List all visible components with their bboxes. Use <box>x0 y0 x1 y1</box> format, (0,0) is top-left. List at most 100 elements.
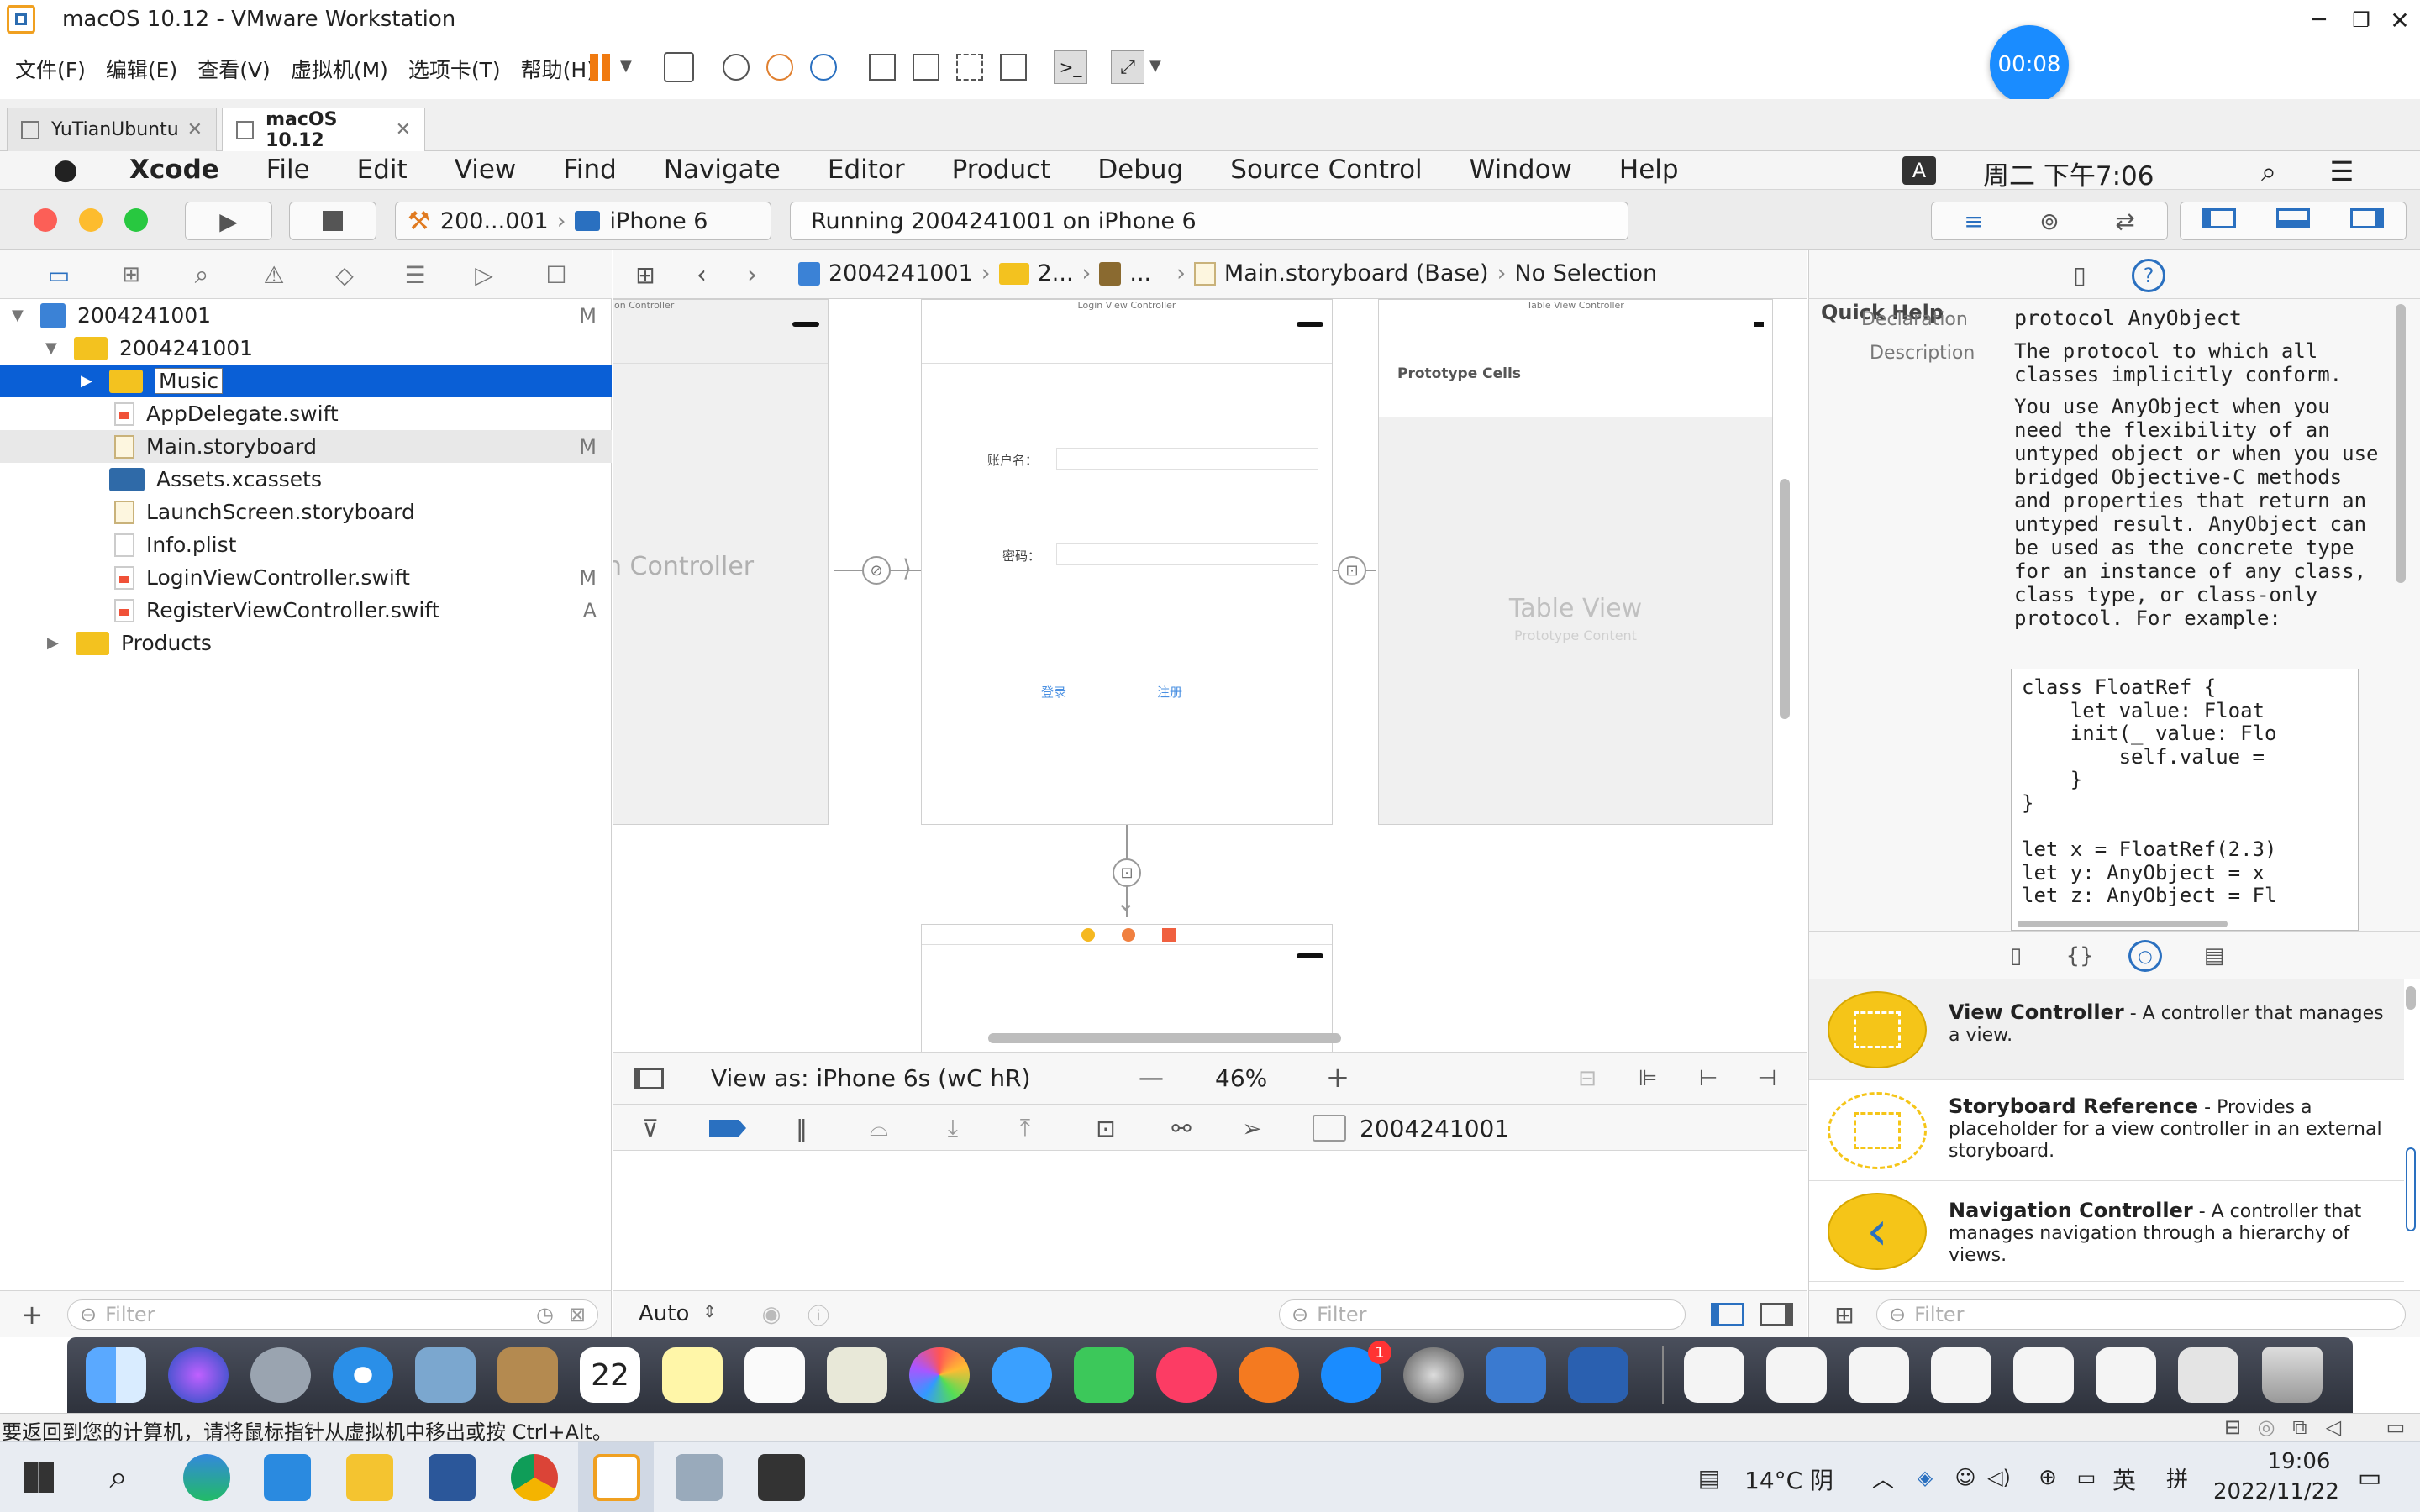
vmware-taskbar-icon[interactable] <box>593 1454 640 1501</box>
minimized-window-icon[interactable] <box>1931 1347 1991 1403</box>
tab-macos[interactable]: macOS 10.12 ✕ <box>222 108 425 151</box>
menu-tabs[interactable]: 选项卡(T) <box>408 54 501 84</box>
pin-icon[interactable]: ⊢ <box>1689 1063 1728 1095</box>
tree-row-file[interactable]: RegisterViewController.swift A <box>0 594 612 627</box>
file-explorer-icon[interactable] <box>346 1454 393 1501</box>
word-icon[interactable] <box>429 1454 476 1501</box>
minimized-window-icon[interactable] <box>2096 1347 2156 1403</box>
debug-toggle-icon[interactable] <box>2256 208 2330 234</box>
tree-row-file[interactable]: AppDelegate.swift <box>0 397 612 430</box>
send-ctrl-alt-del-icon[interactable] <box>664 52 694 82</box>
menu-edit[interactable]: Edit <box>357 155 408 185</box>
eye-icon[interactable]: ◉ <box>755 1299 788 1330</box>
code-horizontal-scrollbar[interactable] <box>2018 921 2228 927</box>
finder-icon[interactable] <box>86 1347 146 1403</box>
variables-scope-selector[interactable]: Auto <box>639 1301 689 1326</box>
input-source-indicator[interactable]: A <box>1902 156 1936 185</box>
sound-icon[interactable]: ◁ <box>2321 1415 2346 1439</box>
chevron-down-icon[interactable]: ▼ <box>620 57 632 75</box>
library-scrollbar[interactable] <box>2406 986 2416 1010</box>
version-editor-icon[interactable]: ⇄ <box>2087 207 2163 235</box>
code-snippet-icon[interactable]: {} <box>2063 940 2096 972</box>
username-field[interactable] <box>1056 448 1318 470</box>
recording-timer[interactable]: 00:08 <box>1990 25 2069 104</box>
password-field[interactable] <box>1056 543 1318 565</box>
action-center-icon[interactable]: ▭ <box>2351 1461 2388 1494</box>
scene-navigation-controller[interactable]: on Controller n Controller <box>613 299 829 825</box>
ime-mode-indicator[interactable]: 拼 <box>2166 1462 2188 1494</box>
breadcrumb-project[interactable]: 2004241001 <box>829 260 973 286</box>
console-view-toggle-icon[interactable] <box>1760 1303 1793 1326</box>
snapshot-icon[interactable] <box>723 54 750 81</box>
register-button[interactable]: 注册 <box>1157 683 1182 701</box>
menu-find[interactable]: Find <box>563 155 617 185</box>
minimized-window-icon[interactable] <box>2013 1347 2074 1403</box>
sidebar-view-icon[interactable] <box>869 54 896 81</box>
ime-language-indicator[interactable]: 英 <box>2112 1462 2136 1496</box>
window-close-button[interactable] <box>34 208 57 232</box>
messages-icon[interactable] <box>992 1347 1052 1403</box>
search-icon[interactable]: ⌕ <box>99 1457 138 1496</box>
recent-files-icon[interactable]: ◷ <box>536 1303 554 1326</box>
stop-button[interactable] <box>289 202 376 240</box>
scene-dock-icon[interactable] <box>1122 928 1135 942</box>
breakpoint-icon[interactable]: ▷ <box>467 260 501 289</box>
view-as-selector[interactable]: View as: iPhone 6s (wC hR) <box>711 1064 1031 1092</box>
grid-view-icon[interactable]: ⊞ <box>1828 1299 1861 1330</box>
menu-file[interactable]: 文件(F) <box>15 54 86 84</box>
taskbar-date[interactable]: 2022/11/22 <box>2213 1479 2339 1504</box>
scene-dock-icon[interactable] <box>1081 928 1095 942</box>
rename-field[interactable]: Music <box>155 368 224 394</box>
breadcrumb-file[interactable]: Main.storyboard (Base) <box>1224 260 1489 286</box>
breadcrumb-group[interactable]: 2... <box>1038 260 1074 286</box>
menu-window[interactable]: Window <box>1470 155 1572 185</box>
console-filter-input[interactable]: ⊖ Filter <box>1279 1299 1686 1330</box>
close-icon[interactable]: ✕ <box>2383 3 2417 37</box>
terminal-icon[interactable]: >_ <box>1054 50 1087 84</box>
variables-view-toggle-icon[interactable] <box>1711 1303 1744 1326</box>
library-item-navigation-controller[interactable]: ‹ Navigation Controller - A controller t… <box>1809 1181 2404 1282</box>
chrome-icon[interactable] <box>511 1454 558 1501</box>
library-scroll-thumb[interactable] <box>2406 1147 2416 1231</box>
close-icon[interactable]: ✕ <box>396 119 411 140</box>
zoom-out-icon[interactable]: — <box>1134 1061 1168 1095</box>
run-button[interactable]: ▶ <box>185 202 272 240</box>
chevron-down-icon[interactable]: ▼ <box>1150 57 1161 75</box>
revert-snapshot-icon[interactable] <box>766 54 793 81</box>
object-library-icon[interactable]: ○ <box>2128 940 2162 972</box>
xcode-icon[interactable] <box>1486 1347 1546 1403</box>
disclosure-open-icon[interactable]: ▼ <box>45 339 67 357</box>
menu-help[interactable]: 帮助(H) <box>521 54 595 84</box>
scheme-selector[interactable]: ⚒ 200...001 › iPhone 6 <box>395 202 771 240</box>
scene-login-view-controller[interactable]: Login View Controller 账户名： 密码： 登录 注册 <box>921 299 1333 825</box>
library-item-storyboard-reference[interactable]: Storyboard Reference - Provides a placeh… <box>1809 1080 2404 1181</box>
library-filter-input[interactable]: ⊖ Filter <box>1876 1299 2406 1330</box>
siri-icon[interactable] <box>168 1347 229 1403</box>
breakpoints-toggle-icon[interactable] <box>709 1120 746 1137</box>
report-icon[interactable]: ☐ <box>539 260 573 289</box>
file-template-icon[interactable]: ▯ <box>1999 940 2033 972</box>
back-icon[interactable]: ‹ <box>689 260 714 290</box>
forward-icon[interactable]: › <box>739 260 765 290</box>
menu-file[interactable]: File <box>266 155 310 185</box>
battery-icon[interactable]: ▭ <box>2072 1462 2101 1493</box>
utilities-toggle-icon[interactable] <box>2330 208 2404 234</box>
debug-target-label[interactable]: 2004241001 <box>1360 1115 1509 1142</box>
unity-icon[interactable] <box>1000 54 1027 81</box>
pause-icon[interactable]: ‖ <box>785 1113 818 1143</box>
menu-view[interactable]: 查看(V) <box>197 54 271 84</box>
minimized-window-icon[interactable] <box>2178 1347 2238 1403</box>
message-icon[interactable]: ▭ <box>2383 1415 2408 1439</box>
tree-row-file[interactable]: LaunchScreen.storyboard <box>0 496 612 528</box>
notes-icon[interactable] <box>662 1347 723 1403</box>
taskbar-time[interactable]: 19:06 <box>2249 1449 2349 1474</box>
disclosure-open-icon[interactable]: ▼ <box>12 307 34 324</box>
assistant-editor-icon[interactable]: ⊚ <box>2012 207 2087 235</box>
quick-help-icon[interactable]: ? <box>2132 259 2165 292</box>
maps-icon[interactable] <box>827 1347 887 1403</box>
fullscreen-icon[interactable] <box>956 54 983 81</box>
resolve-auto-layout-icon[interactable]: ⊣ <box>1748 1063 1786 1095</box>
test-navigator-icon[interactable]: ◇ <box>328 260 361 289</box>
inspector-scrollbar[interactable] <box>2396 304 2406 583</box>
console-view-icon[interactable] <box>913 54 939 81</box>
